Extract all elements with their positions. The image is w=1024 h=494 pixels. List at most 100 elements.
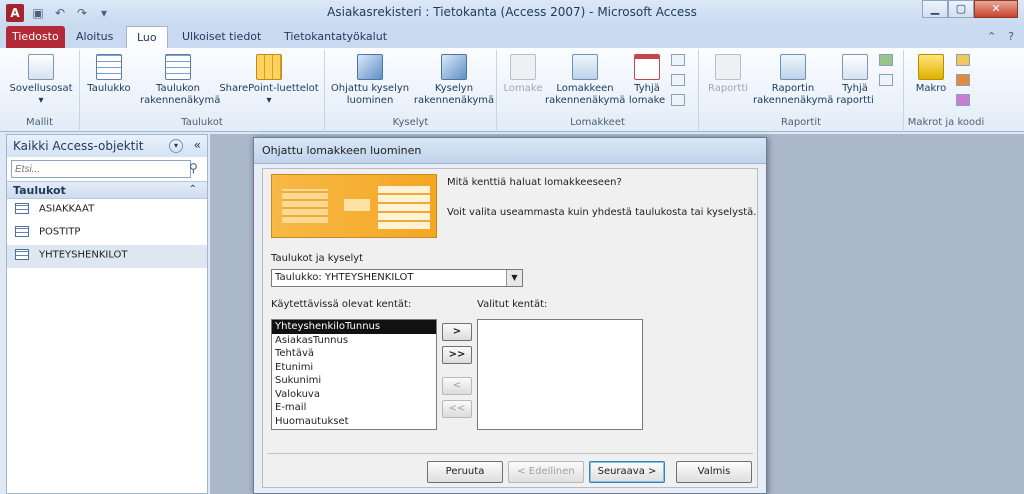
taulukko-button[interactable]: Taulukko — [84, 54, 134, 95]
wizard-banner-image — [271, 174, 437, 238]
form-wizard-dialog: Ohjattu lomakkeen luominen Mitä kenttiä … — [253, 137, 767, 494]
ohjattu-kyselyn-luominen-button[interactable]: Ohjattu kyselyn luominen — [329, 54, 411, 107]
more-forms-icon[interactable] — [671, 94, 685, 106]
table-design-icon — [165, 54, 191, 80]
query-design-icon — [441, 54, 467, 80]
minimize-button[interactable]: ▁ — [922, 0, 948, 18]
dialog-body: Mitä kenttiä haluat lomakkeeseen? Voit v… — [262, 168, 758, 488]
wizard-question: Mitä kenttiä haluat lomakkeeseen? — [447, 177, 622, 188]
dialog-title: Ohjattu lomakkeen luominen — [254, 138, 766, 164]
list-item[interactable]: Sukunimi — [272, 374, 436, 388]
table-icon — [15, 203, 29, 214]
close-button[interactable]: ✕ — [974, 0, 1018, 18]
sharepoint-luettelot-button[interactable]: SharePoint-luettelot ▾ — [216, 54, 322, 107]
tables-label: Taulukot ja kyselyt — [271, 253, 364, 264]
search-icon[interactable]: ⚲ — [189, 161, 203, 175]
tab-tiedosto[interactable]: Tiedosto — [6, 26, 65, 48]
window-controls: ▁ ▢ ✕ — [922, 0, 1018, 18]
labels-icon[interactable] — [879, 74, 893, 86]
list-item[interactable]: Valokuva — [272, 388, 436, 402]
tab-aloitus[interactable]: Aloitus — [66, 26, 123, 48]
table-icon — [96, 54, 122, 80]
help-icon[interactable]: ? — [1008, 30, 1014, 43]
application-parts-icon — [28, 54, 54, 80]
sovellusosat-button[interactable]: Sovellusosat ▾ — [8, 54, 74, 107]
navigation-icon[interactable] — [671, 74, 685, 86]
query-wizard-icon — [357, 54, 383, 80]
blank-report-icon — [842, 54, 868, 80]
collapse-pane-icon[interactable]: « — [194, 138, 201, 152]
visual-basic-icon[interactable] — [956, 94, 970, 106]
title-bar: A ▣ ↶ ↷ ▾ Asiakasrekisteri : Tietokanta … — [0, 0, 1024, 26]
ribbon: Sovellusosat ▾ Mallit Taulukko Taulukon … — [0, 48, 1024, 132]
search-input[interactable] — [11, 160, 191, 178]
raportin-rakennenakyma-button[interactable]: Raportin rakennenäkymä — [753, 54, 833, 107]
form-wizard-icon[interactable] — [671, 54, 685, 66]
ribbon-tabs: Tiedosto Aloitus Luo Ulkoiset tiedot Tie… — [0, 26, 1024, 48]
sharepoint-list-icon — [256, 54, 282, 80]
cancel-button[interactable]: Peruuta — [427, 461, 503, 483]
maximize-button[interactable]: ▢ — [948, 0, 974, 18]
raportti-button[interactable]: Raportti — [703, 54, 753, 95]
arrow-icon — [344, 199, 370, 211]
next-button[interactable]: Seuraava > — [589, 461, 665, 483]
form-design-icon — [572, 54, 598, 80]
tab-tietokantatyokalut[interactable]: Tietokantatyökalut — [274, 26, 397, 48]
chevron-up-icon[interactable]: ⌃ — [189, 184, 197, 195]
chevron-down-icon[interactable]: ▼ — [506, 270, 522, 286]
nav-header[interactable]: Kaikki Access-objektit ▾ « — [7, 135, 207, 157]
move-all-left-button[interactable]: << — [442, 400, 472, 418]
move-one-right-button[interactable]: > — [442, 323, 472, 341]
list-item[interactable]: Tehtävä — [272, 347, 436, 361]
window-title: Asiakasrekisteri : Tietokanta (Access 20… — [327, 5, 697, 19]
nav-item-postitp[interactable]: POSTITP — [7, 222, 207, 245]
makro-button[interactable]: Makro — [908, 54, 954, 95]
move-all-right-button[interactable]: >> — [442, 346, 472, 364]
blank-form-icon — [634, 54, 660, 80]
list-item[interactable]: Huomautukset — [272, 415, 436, 429]
back-button[interactable]: < Edellinen — [508, 461, 584, 483]
list-item[interactable]: AsiakasTunnus — [272, 334, 436, 348]
kyselyn-rakennenakyma-button[interactable]: Kyselyn rakennenäkymä — [413, 54, 495, 107]
available-fields-list[interactable]: YhteyshenkiloTunnus AsiakasTunnus Tehtäv… — [271, 319, 437, 430]
nav-group-taulukot[interactable]: Taulukot ⌃ — [7, 181, 207, 199]
list-item[interactable]: Etunimi — [272, 361, 436, 375]
tab-luo[interactable]: Luo — [126, 26, 168, 48]
group-raportit: Raportti Raportin rakennenäkymä Tyhjä ra… — [699, 50, 904, 130]
table-icon — [15, 249, 29, 260]
report-design-icon — [780, 54, 806, 80]
tables-combobox[interactable]: Taulukko: YHTEYSHENKILOT ▼ — [271, 269, 523, 287]
tab-ulkoiset-tiedot[interactable]: Ulkoiset tiedot — [172, 26, 271, 48]
lomake-button[interactable]: Lomake — [501, 54, 545, 95]
lomakkeen-rakennenakyma-button[interactable]: Lomakkeen rakennenäkymä — [545, 54, 625, 107]
table-icon — [15, 226, 29, 237]
report-icon — [715, 54, 741, 80]
navigation-pane: Kaikki Access-objektit ▾ « ⚲ Taulukot ⌃ … — [6, 134, 208, 494]
group-lomakkeet: Lomake Lomakkeen rakennenäkymä Tyhjä lom… — [497, 50, 699, 130]
nav-search: ⚲ — [11, 160, 203, 178]
available-fields-label: Käytettävissä olevat kentät: — [271, 299, 412, 310]
chevron-down-icon[interactable]: ▾ — [169, 139, 183, 153]
nav-item-yhteyshenkilot[interactable]: YHTEYSHENKILOT — [7, 245, 207, 268]
selected-fields-list[interactable] — [477, 319, 643, 430]
selected-fields-label: Valitut kentät: — [477, 299, 548, 310]
nav-item-asiakkaat[interactable]: ASIAKKAAT — [7, 199, 207, 222]
group-makrot: Makro Makrot ja koodi — [904, 50, 988, 130]
report-wizard-icon[interactable] — [879, 54, 893, 66]
divider — [267, 453, 753, 454]
wizard-hint: Voit valita useammasta kuin yhdestä taul… — [447, 207, 757, 218]
class-module-icon[interactable] — [956, 74, 970, 86]
move-one-left-button[interactable]: < — [442, 377, 472, 395]
ribbon-help-area: ⌃ ? — [987, 30, 1014, 43]
group-mallit: Sovellusosat ▾ Mallit — [0, 50, 80, 130]
tyhja-lomake-button[interactable]: Tyhjä lomake — [625, 54, 669, 107]
list-item[interactable]: E-mail — [272, 401, 436, 415]
tyhja-raportti-button[interactable]: Tyhjä raportti — [833, 54, 877, 107]
taulukon-rakennenakyma-button[interactable]: Taulukon rakennenäkymä — [140, 54, 220, 107]
module-icon[interactable] — [956, 54, 970, 66]
group-taulukot: Taulukko Taulukon rakennenäkymä SharePoi… — [80, 50, 325, 130]
minimize-ribbon-icon[interactable]: ⌃ — [987, 30, 996, 43]
finish-button[interactable]: Valmis — [676, 461, 752, 483]
group-kyselyt: Ohjattu kyselyn luominen Kyselyn rakenne… — [325, 50, 497, 130]
list-item[interactable]: YhteyshenkiloTunnus — [272, 320, 436, 334]
